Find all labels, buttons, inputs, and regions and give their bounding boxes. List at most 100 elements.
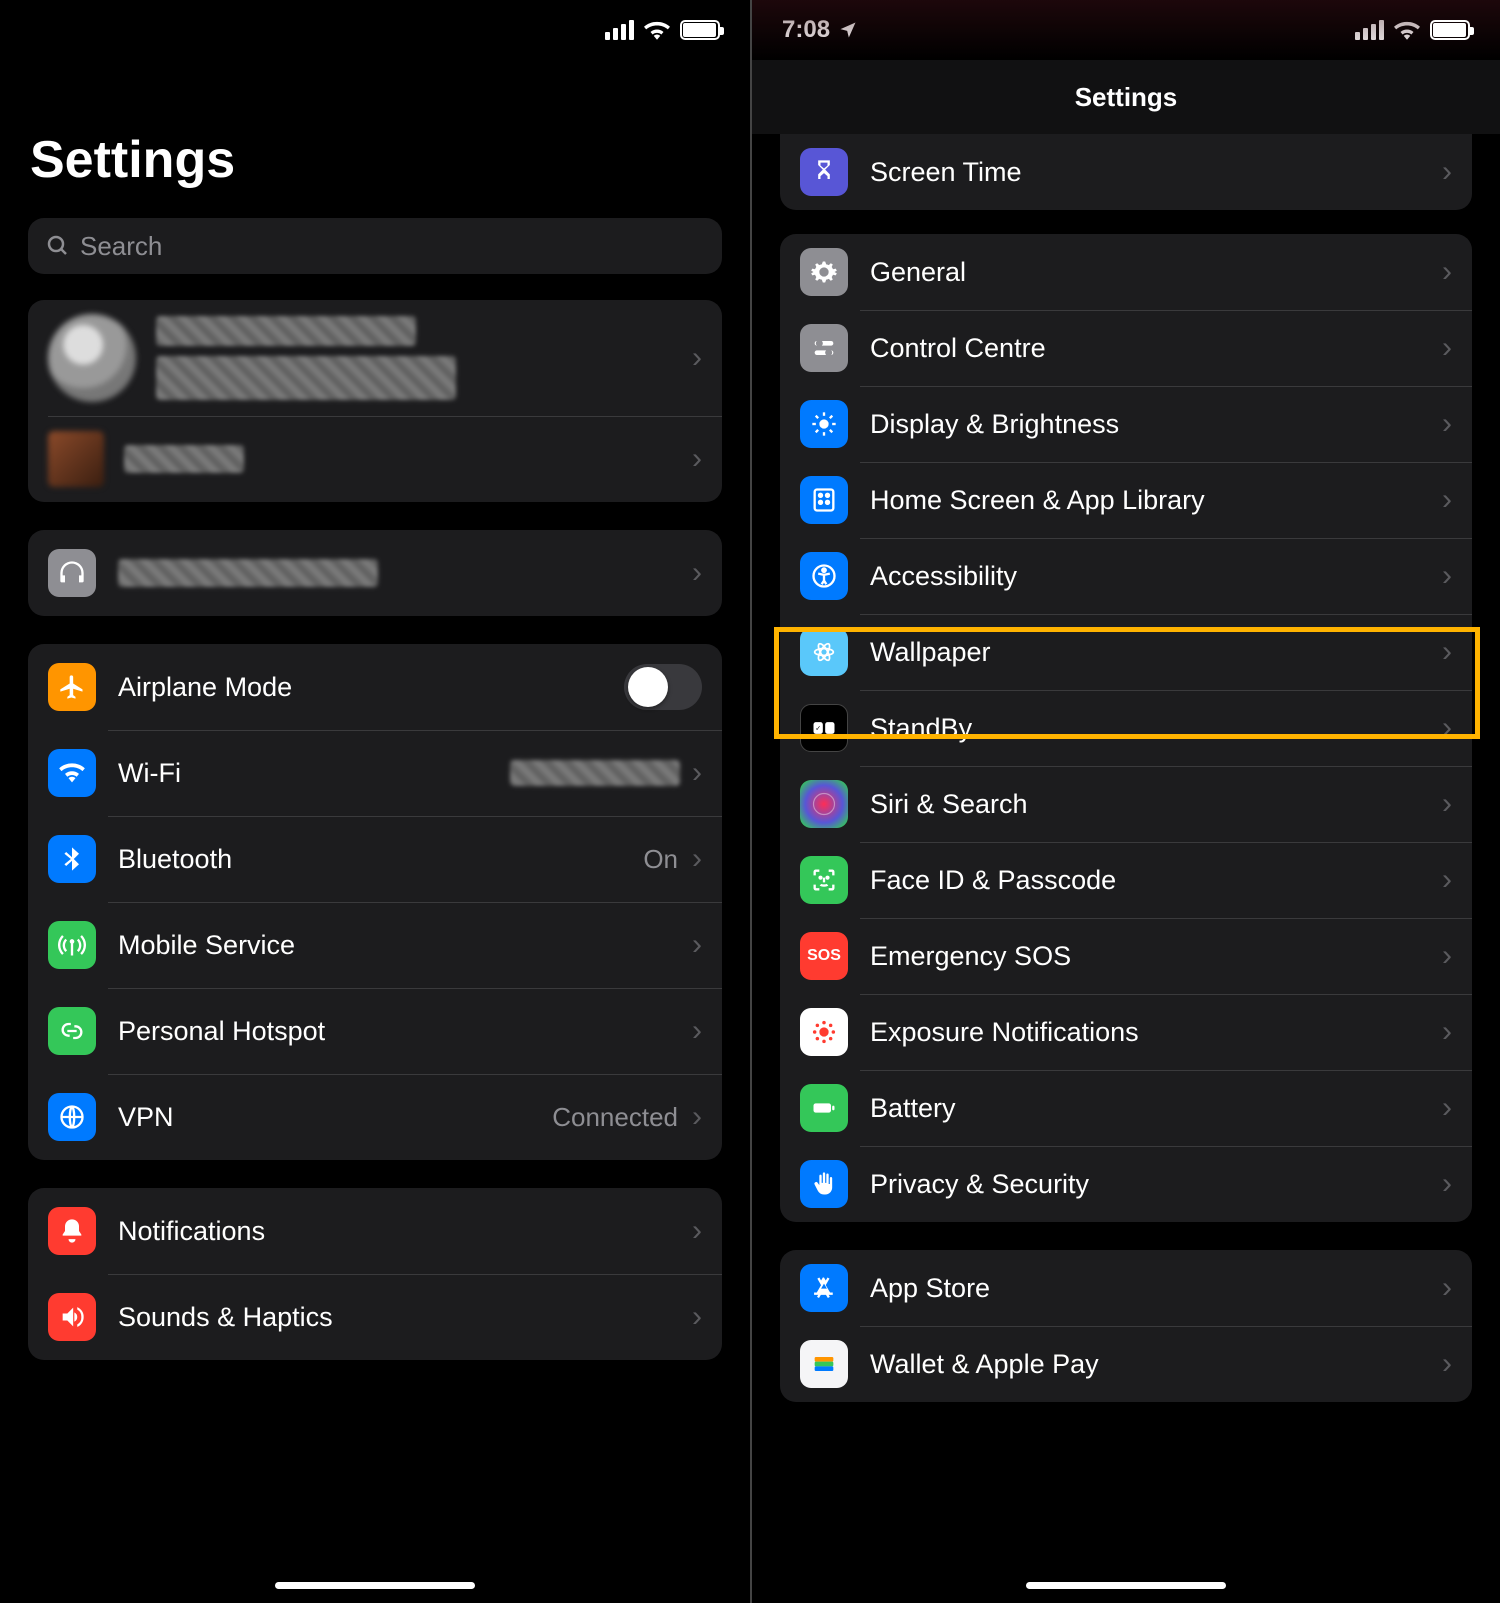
emergency-sos-row[interactable]: SOS Emergency SOS › — [780, 918, 1472, 994]
chevron-right-icon: › — [1442, 1091, 1452, 1125]
faceid-label: Face ID & Passcode — [870, 865, 1438, 896]
chevron-right-icon: › — [1442, 863, 1452, 897]
wallpaper-label: Wallpaper — [870, 637, 1438, 668]
bluetooth-icon — [48, 835, 96, 883]
standby-label: StandBy — [870, 713, 1438, 744]
privacy-row[interactable]: Privacy & Security › — [780, 1146, 1472, 1222]
app-store-row[interactable]: App Store › — [780, 1250, 1472, 1326]
display-label: Display & Brightness — [870, 409, 1438, 440]
hand-icon — [800, 1160, 848, 1208]
faceid-row[interactable]: Face ID & Passcode › — [780, 842, 1472, 918]
home-screen-label: Home Screen & App Library — [870, 485, 1438, 516]
control-centre-row[interactable]: Control Centre › — [780, 310, 1472, 386]
hourglass-icon — [800, 148, 848, 196]
appstore-label: App Store — [870, 1273, 1438, 1304]
general-row[interactable]: General › — [780, 234, 1472, 310]
home-indicator[interactable] — [275, 1582, 475, 1589]
display-brightness-row[interactable]: Display & Brightness › — [780, 386, 1472, 462]
exposure-label: Exposure Notifications — [870, 1017, 1438, 1048]
wifi-icon — [1394, 20, 1420, 40]
home-indicator[interactable] — [1026, 1582, 1226, 1589]
cellular-icon — [1355, 20, 1384, 40]
chevron-right-icon: › — [692, 556, 702, 590]
cellular-icon — [605, 20, 634, 40]
home-screen-row[interactable]: Home Screen & App Library › — [780, 462, 1472, 538]
hotspot-row[interactable]: Personal Hotspot › — [28, 988, 722, 1074]
store-section: App Store › Wallet & Apple Pay › — [780, 1250, 1472, 1402]
wifi-label: Wi-Fi — [118, 758, 510, 789]
chevron-right-icon: › — [692, 928, 702, 962]
nav-title: Settings — [1075, 82, 1178, 113]
standby-icon: ✓ — [800, 704, 848, 752]
chevron-right-icon: › — [1442, 1015, 1452, 1049]
airplane-toggle[interactable] — [624, 664, 702, 710]
wallpaper-row[interactable]: Wallpaper › — [780, 614, 1472, 690]
bluetooth-label: Bluetooth — [118, 844, 643, 875]
wallet-row[interactable]: Wallet & Apple Pay › — [780, 1326, 1472, 1402]
chevron-right-icon: › — [1442, 635, 1452, 669]
nav-bar: Settings — [752, 60, 1500, 134]
faceid-icon — [800, 856, 848, 904]
vpn-label: VPN — [118, 1102, 552, 1133]
accessibility-icon — [800, 552, 848, 600]
general-section: General › Control Centre › Display & Bri… — [780, 234, 1472, 1222]
exposure-row[interactable]: Exposure Notifications › — [780, 994, 1472, 1070]
screentime-section: Screen Time › — [780, 134, 1472, 210]
chevron-right-icon: › — [692, 1300, 702, 1334]
chevron-right-icon: › — [1442, 407, 1452, 441]
status-time: 7:08 — [782, 16, 830, 44]
siri-row[interactable]: Siri & Search › — [780, 766, 1472, 842]
chevron-right-icon: › — [1442, 155, 1452, 189]
apple-id-name-redacted — [156, 316, 416, 346]
brightness-icon — [800, 400, 848, 448]
settings-scrolled-screen: 7:08 Settings Screen Time › — [750, 0, 1500, 1603]
status-bar: 7:08 — [752, 0, 1500, 60]
apple-id-row[interactable]: › — [28, 300, 722, 416]
search-icon — [46, 234, 70, 258]
mobile-service-label: Mobile Service — [118, 930, 688, 961]
headphones-label-redacted — [118, 559, 378, 587]
mobile-service-row[interactable]: Mobile Service › — [28, 902, 722, 988]
battery-icon — [1430, 20, 1470, 40]
vpn-icon — [48, 1093, 96, 1141]
wifi-icon — [644, 20, 670, 40]
battery-row[interactable]: Battery › — [780, 1070, 1472, 1146]
search-input[interactable]: Search — [28, 218, 722, 274]
chevron-right-icon: › — [1442, 1167, 1452, 1201]
vpn-row[interactable]: VPN Connected › — [28, 1074, 722, 1160]
apple-id-sub-redacted — [156, 356, 456, 400]
bluetooth-row[interactable]: Bluetooth On › — [28, 816, 722, 902]
airplane-label: Airplane Mode — [118, 672, 624, 703]
chevron-right-icon: › — [1442, 255, 1452, 289]
screen-time-row[interactable]: Screen Time › — [780, 134, 1472, 210]
sounds-label: Sounds & Haptics — [118, 1302, 688, 1333]
sounds-row[interactable]: Sounds & Haptics › — [28, 1274, 722, 1360]
privacy-label: Privacy & Security — [870, 1169, 1438, 1200]
chevron-right-icon: › — [1442, 559, 1452, 593]
apps-grid-icon — [800, 476, 848, 524]
appstore-icon — [800, 1264, 848, 1312]
family-row[interactable]: › — [28, 416, 722, 502]
location-icon — [838, 20, 858, 40]
accessibility-row[interactable]: Accessibility › — [780, 538, 1472, 614]
standby-row[interactable]: ✓ StandBy › — [780, 690, 1472, 766]
airplane-mode-row[interactable]: Airplane Mode — [28, 644, 722, 730]
screen-time-label: Screen Time — [870, 157, 1438, 188]
wifi-icon — [48, 749, 96, 797]
chevron-right-icon: › — [1442, 331, 1452, 365]
gear-icon — [800, 248, 848, 296]
chevron-right-icon: › — [692, 1214, 702, 1248]
siri-label: Siri & Search — [870, 789, 1438, 820]
chevron-right-icon: › — [1442, 1347, 1452, 1381]
wallpaper-icon — [800, 628, 848, 676]
status-bar — [0, 0, 750, 60]
headphones-row[interactable]: › — [28, 530, 722, 616]
notifications-label: Notifications — [118, 1216, 688, 1247]
battery-label: Battery — [870, 1093, 1438, 1124]
sounds-icon — [48, 1293, 96, 1341]
family-label-redacted — [124, 445, 244, 473]
battery-icon — [680, 20, 720, 40]
wifi-row[interactable]: Wi-Fi › — [28, 730, 722, 816]
chevron-right-icon: › — [692, 1014, 702, 1048]
notifications-row[interactable]: Notifications › — [28, 1188, 722, 1274]
